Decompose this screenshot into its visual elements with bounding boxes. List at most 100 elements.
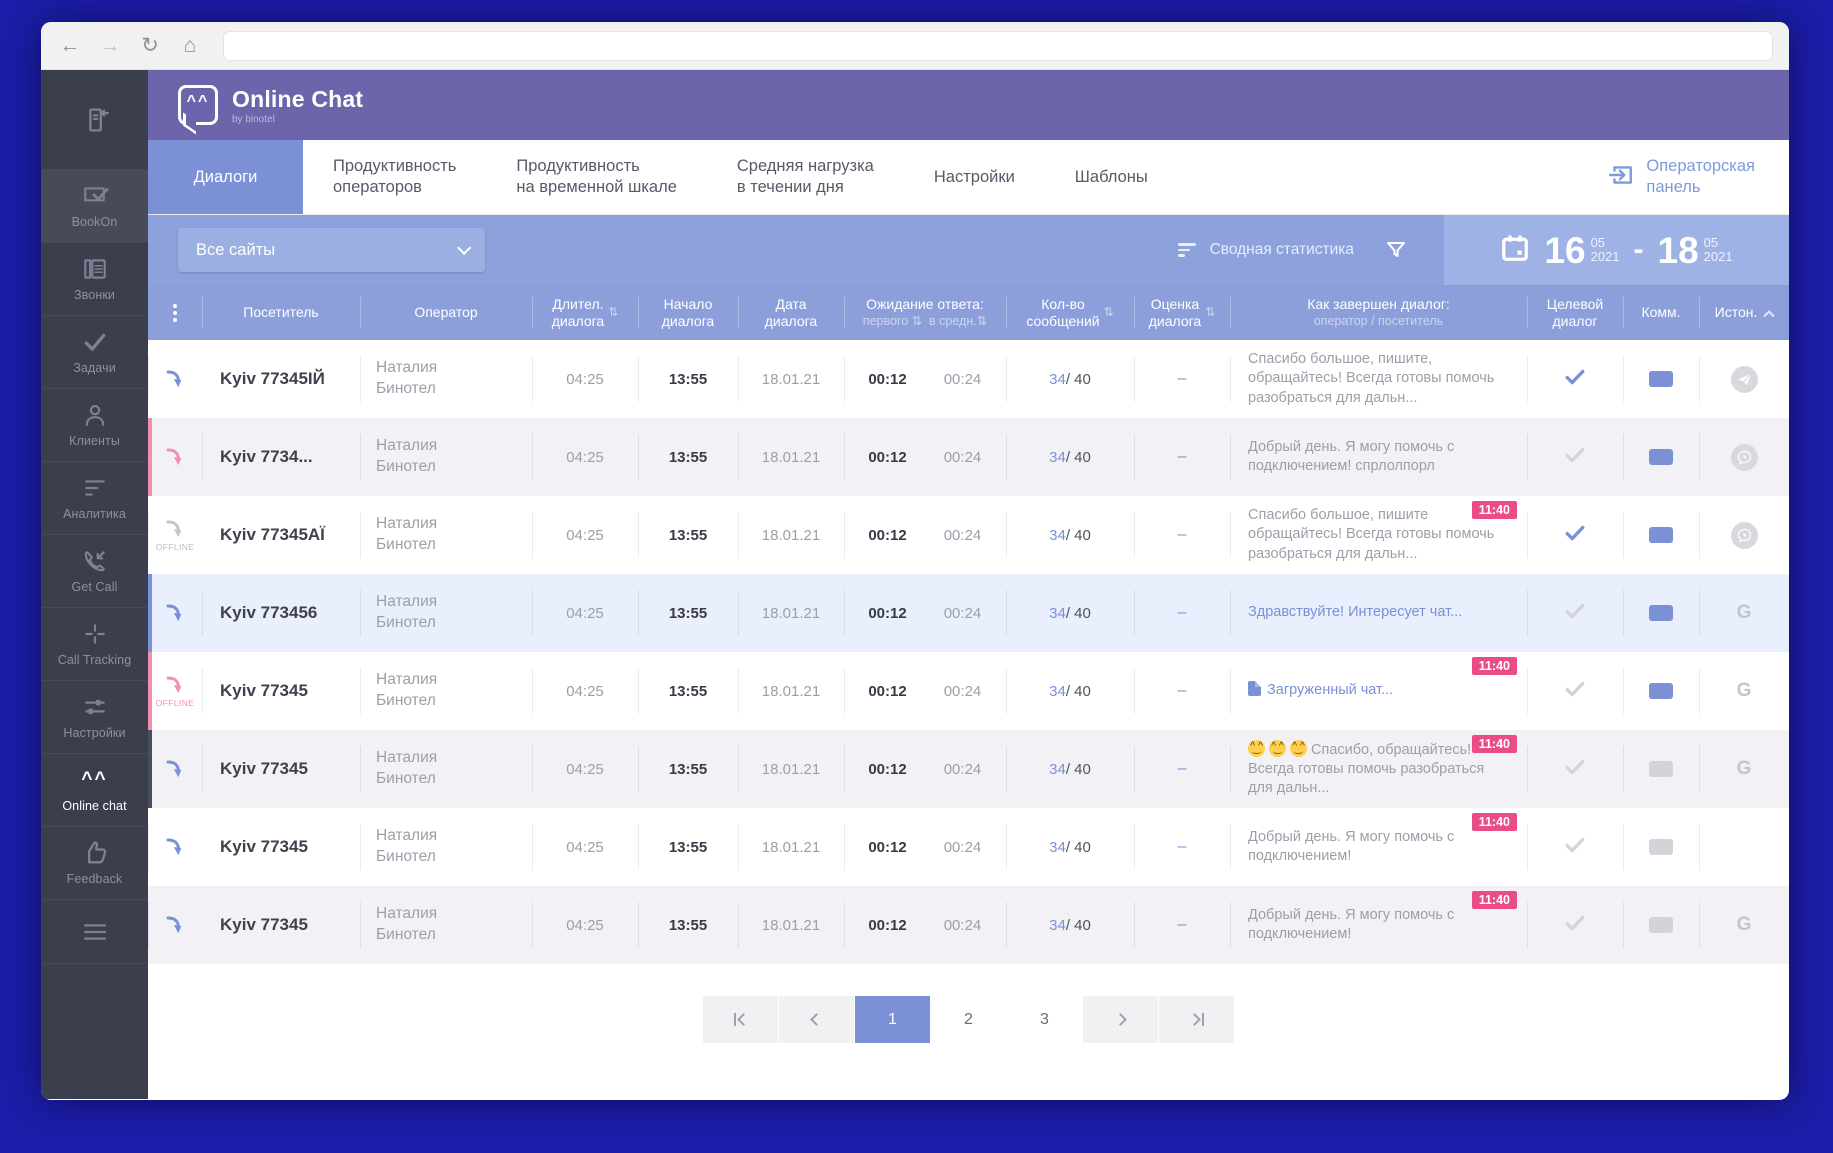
enter-icon (1608, 162, 1634, 193)
sidebar-item-настройки[interactable]: Настройки (41, 681, 148, 754)
chevron-down-icon (457, 240, 472, 255)
pagination-prev-button[interactable] (779, 996, 854, 1043)
desktop-background: ← → ↻ ⌂ BookOn Звонки Задачи Клиенты Аналити… (0, 0, 1833, 1153)
col-source-sort[interactable]: Истон. (1699, 285, 1789, 340)
operator-name: Наталия Бинотел (360, 418, 532, 496)
col-operator: Оператор (360, 285, 532, 340)
sidebar-item-collapse-icon[interactable] (41, 70, 148, 170)
target-dialog-check-icon (1565, 603, 1585, 623)
page-number: 2 (964, 1010, 973, 1028)
comment-icon[interactable] (1649, 761, 1673, 777)
refresh-icon[interactable]: ↻ (137, 33, 163, 58)
sidebar-item-get-call[interactable]: Get Call (41, 535, 148, 608)
table-row[interactable]: Kyiv 77345 Наталия Бинотел 04:25 13:55 18.01.… (148, 730, 1789, 808)
pagination-next-button[interactable] (1083, 996, 1158, 1043)
sidebar-item-bookon[interactable]: BookOn (41, 170, 148, 243)
pagination-page-3[interactable]: 3 (1007, 996, 1082, 1043)
comment-icon[interactable] (1649, 527, 1673, 543)
message-count: 34 / 40 (1006, 652, 1134, 730)
wait-average: 00:24 (943, 526, 982, 544)
comment-icon[interactable] (1649, 917, 1673, 933)
table-row[interactable]: Kyiv 7734... Наталия Бинотел 04:25 13:55 18.0… (148, 418, 1789, 496)
wait-first: 00:12 (868, 682, 907, 700)
table-row[interactable]: Kyiv 77345ІЙ Наталия Бинотел 04:25 13:55 18.0… (148, 340, 1789, 418)
table-body: Kyiv 77345ІЙ Наталия Бинотел 04:25 13:55 18.0… (148, 340, 1789, 964)
sidebar-item-клиенты[interactable]: Клиенты (41, 389, 148, 462)
wait-average: 00:24 (943, 682, 982, 700)
pagination-last-button[interactable] (1159, 996, 1234, 1043)
dialog-start-time: 13:55 (638, 652, 738, 730)
sidebar-item-label: Call Tracking (57, 653, 132, 667)
offline-label: OFFLINE (155, 698, 195, 708)
pagination-first-button[interactable] (703, 996, 778, 1043)
dialog-start-time: 13:55 (638, 496, 738, 574)
table-row[interactable]: OFFLINE Kyiv 77345 Наталия Бинотел 04:25 13:5… (148, 652, 1789, 730)
sidebar-item-задачи[interactable]: Задачи (41, 316, 148, 389)
tab-продуктивность[interactable]: Продуктивность операторов (303, 140, 486, 214)
sidebar-item-feedback[interactable]: Feedback (41, 827, 148, 900)
operator-name: Наталия Бинотел (360, 730, 532, 808)
time-badge: 11:40 (1471, 813, 1517, 831)
summary-statistics-button[interactable]: Сводная статистика (1177, 240, 1354, 260)
comment-icon[interactable] (1649, 683, 1673, 699)
sites-dropdown[interactable]: Все сайты (178, 228, 485, 272)
table-row[interactable]: OFFLINE Kyiv 77345АЇ Наталия Бинотел 04:25 13… (148, 496, 1789, 574)
sidebar-item-аналитика[interactable]: Аналитика (41, 462, 148, 535)
table-row[interactable]: Kyiv 773456 Наталия Бинотел 04:25 13:55 18.01… (148, 574, 1789, 652)
message-count: 34 / 40 (1006, 886, 1134, 964)
kebab-menu-icon[interactable] (148, 285, 202, 340)
col-wait-sort[interactable]: Ожидание ответа: первого ⇅ в средн.⇅ (844, 285, 1006, 340)
app-header: ^^ Online Chat by binotel (148, 70, 1789, 140)
sidebar-item-label: Get Call (71, 580, 118, 594)
comment-icon[interactable] (1649, 371, 1673, 387)
sidebar-item-label: BookOn (71, 215, 118, 229)
col-rating-sort[interactable]: Оценка диалога ⇅ (1134, 285, 1230, 340)
google-source-icon: G (1736, 914, 1752, 935)
emoji-icons (1248, 739, 1311, 758)
tab-диалоги[interactable]: Диалоги (148, 140, 303, 214)
dialog-rating: – (1134, 340, 1230, 418)
table-header: Посетитель Оператор Длител. диалога ⇅ Начало… (148, 285, 1789, 340)
back-icon[interactable]: ← (57, 34, 83, 58)
comment-icon[interactable] (1649, 605, 1673, 621)
wait-first: 00:12 (868, 448, 907, 466)
table-row[interactable]: Kyiv 77345 Наталия Бинотел 04:25 13:55 18.01.… (148, 808, 1789, 886)
comment-icon[interactable] (1649, 839, 1673, 855)
target-dialog-check-icon (1565, 525, 1585, 545)
sidebar-item-звонки[interactable]: Звонки (41, 243, 148, 316)
tab-шаблоны[interactable]: Шаблоны (1045, 140, 1178, 214)
col-duration-sort[interactable]: Длител. диалога ⇅ (532, 285, 638, 340)
thumbsup-icon (80, 840, 110, 866)
dialog-duration: 04:25 (532, 418, 638, 496)
tab-настройки[interactable]: Настройки (904, 140, 1045, 214)
date-from-day: 16 (1544, 229, 1586, 271)
chat-direction-arrow-icon (164, 836, 186, 858)
target-dialog-check-icon (1565, 681, 1585, 701)
address-bar[interactable] (223, 30, 1773, 61)
tab-продуктивность[interactable]: Продуктивность на временной шкале (486, 140, 707, 214)
date-range-picker[interactable]: 16 05 2021 - 18 05 2021 (1444, 215, 1789, 285)
forward-icon[interactable]: → (97, 34, 123, 58)
wait-average: 00:24 (943, 916, 982, 934)
bookon-icon (80, 183, 110, 209)
page-number: 3 (1040, 1010, 1049, 1028)
table-row[interactable]: Kyiv 77345 Наталия Бинотел 04:25 13:55 18.01.… (148, 886, 1789, 964)
pagination-page-1[interactable]: 1 (855, 996, 930, 1043)
sidebar-item-online-chat[interactable]: ^^ Online chat (41, 754, 148, 827)
message-count: 34 / 40 (1006, 418, 1134, 496)
sidebar-item-hamburger-icon[interactable] (41, 900, 148, 964)
col-messages-sort[interactable]: Кол-во сообщений ⇅ (1006, 285, 1134, 340)
date-to-day: 18 (1657, 229, 1699, 271)
last-message-text[interactable]: Здравствуйте! Интересует чат... (1248, 603, 1462, 622)
filter-funnel-icon[interactable] (1384, 238, 1408, 262)
stats-bars-icon (1177, 240, 1196, 260)
pagination-page-2[interactable]: 2 (931, 996, 1006, 1043)
sidebar-item-label: Звонки (74, 288, 115, 302)
operator-name: Наталия Бинотел (360, 340, 532, 418)
sidebar-item-call-tracking[interactable]: Call Tracking (41, 608, 148, 681)
last-message-text[interactable]: Загруженный чат... (1248, 681, 1393, 700)
home-icon[interactable]: ⌂ (177, 34, 203, 58)
tab-средняя нагрузка[interactable]: Средняя нагрузка в течении дня (707, 140, 904, 214)
comment-icon[interactable] (1649, 449, 1673, 465)
operator-panel-button[interactable]: Операторская панель (1608, 140, 1789, 214)
